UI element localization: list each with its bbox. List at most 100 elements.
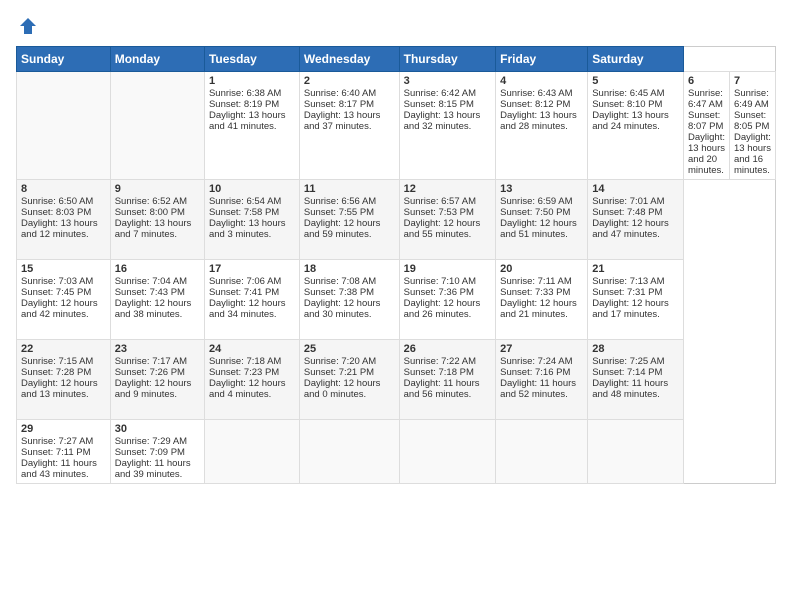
sunrise-text: Sunrise: 7:01 AM <box>592 196 664 207</box>
day-number: 23 <box>115 343 200 355</box>
sunrise-text: Sunrise: 7:10 AM <box>404 276 476 287</box>
calendar-header-row: SundayMondayTuesdayWednesdayThursdayFrid… <box>17 47 776 72</box>
sunset-text: Sunset: 7:21 PM <box>304 367 374 378</box>
sunset-text: Sunset: 7:23 PM <box>209 367 279 378</box>
calendar-cell <box>399 420 496 484</box>
sunset-text: Sunset: 8:12 PM <box>500 99 570 110</box>
daylight-text: Daylight: 11 hours and 56 minutes. <box>404 378 480 400</box>
sunset-text: Sunset: 7:53 PM <box>404 207 474 218</box>
day-number: 10 <box>209 183 295 195</box>
calendar-cell: 22 Sunrise: 7:15 AM Sunset: 7:28 PM Dayl… <box>17 340 111 420</box>
daylight-text: Daylight: 11 hours and 48 minutes. <box>592 378 668 400</box>
day-number: 7 <box>734 75 771 87</box>
calendar-week-4: 22 Sunrise: 7:15 AM Sunset: 7:28 PM Dayl… <box>17 340 776 420</box>
sunrise-text: Sunrise: 6:45 AM <box>592 88 664 99</box>
day-header-thursday: Thursday <box>399 47 496 72</box>
calendar-cell <box>17 72 111 180</box>
sunset-text: Sunset: 7:36 PM <box>404 287 474 298</box>
calendar-cell: 11 Sunrise: 6:56 AM Sunset: 7:55 PM Dayl… <box>299 180 399 260</box>
sunrise-text: Sunrise: 6:49 AM <box>734 88 769 110</box>
sunrise-text: Sunrise: 7:13 AM <box>592 276 664 287</box>
sunset-text: Sunset: 8:19 PM <box>209 99 279 110</box>
day-number: 22 <box>21 343 106 355</box>
day-number: 14 <box>592 183 679 195</box>
calendar-cell: 4 Sunrise: 6:43 AM Sunset: 8:12 PM Dayli… <box>496 72 588 180</box>
calendar-cell: 20 Sunrise: 7:11 AM Sunset: 7:33 PM Dayl… <box>496 260 588 340</box>
calendar-cell: 27 Sunrise: 7:24 AM Sunset: 7:16 PM Dayl… <box>496 340 588 420</box>
daylight-text: Daylight: 11 hours and 52 minutes. <box>500 378 576 400</box>
sunset-text: Sunset: 7:28 PM <box>21 367 91 378</box>
sunset-text: Sunset: 7:14 PM <box>592 367 662 378</box>
day-header-sunday: Sunday <box>17 47 111 72</box>
sunset-text: Sunset: 7:48 PM <box>592 207 662 218</box>
calendar-cell: 15 Sunrise: 7:03 AM Sunset: 7:45 PM Dayl… <box>17 260 111 340</box>
calendar-cell: 14 Sunrise: 7:01 AM Sunset: 7:48 PM Dayl… <box>588 180 684 260</box>
calendar-cell: 9 Sunrise: 6:52 AM Sunset: 8:00 PM Dayli… <box>110 180 204 260</box>
day-number: 3 <box>404 75 492 87</box>
daylight-text: Daylight: 13 hours and 24 minutes. <box>592 110 669 132</box>
calendar-cell: 2 Sunrise: 6:40 AM Sunset: 8:17 PM Dayli… <box>299 72 399 180</box>
sunset-text: Sunset: 8:07 PM <box>688 110 723 132</box>
daylight-text: Daylight: 11 hours and 43 minutes. <box>21 458 97 480</box>
calendar-cell: 29 Sunrise: 7:27 AM Sunset: 7:11 PM Dayl… <box>17 420 111 484</box>
sunset-text: Sunset: 7:50 PM <box>500 207 570 218</box>
calendar-cell: 13 Sunrise: 6:59 AM Sunset: 7:50 PM Dayl… <box>496 180 588 260</box>
calendar-week-2: 8 Sunrise: 6:50 AM Sunset: 8:03 PM Dayli… <box>17 180 776 260</box>
sunrise-text: Sunrise: 7:06 AM <box>209 276 281 287</box>
daylight-text: Daylight: 13 hours and 20 minutes. <box>688 132 725 176</box>
sunset-text: Sunset: 8:00 PM <box>115 207 185 218</box>
day-number: 5 <box>592 75 679 87</box>
daylight-text: Daylight: 13 hours and 37 minutes. <box>304 110 381 132</box>
calendar-cell: 17 Sunrise: 7:06 AM Sunset: 7:41 PM Dayl… <box>204 260 299 340</box>
calendar-cell: 3 Sunrise: 6:42 AM Sunset: 8:15 PM Dayli… <box>399 72 496 180</box>
calendar-cell <box>110 72 204 180</box>
calendar-cell <box>204 420 299 484</box>
sunrise-text: Sunrise: 6:54 AM <box>209 196 281 207</box>
day-number: 20 <box>500 263 583 275</box>
day-number: 30 <box>115 423 200 435</box>
daylight-text: Daylight: 12 hours and 42 minutes. <box>21 298 98 320</box>
sunset-text: Sunset: 8:15 PM <box>404 99 474 110</box>
sunrise-text: Sunrise: 7:17 AM <box>115 356 187 367</box>
day-header-tuesday: Tuesday <box>204 47 299 72</box>
calendar-cell: 6 Sunrise: 6:47 AM Sunset: 8:07 PM Dayli… <box>684 72 730 180</box>
day-number: 18 <box>304 263 395 275</box>
sunset-text: Sunset: 8:05 PM <box>734 110 769 132</box>
calendar-cell: 25 Sunrise: 7:20 AM Sunset: 7:21 PM Dayl… <box>299 340 399 420</box>
sunset-text: Sunset: 7:38 PM <box>304 287 374 298</box>
sunrise-text: Sunrise: 7:25 AM <box>592 356 664 367</box>
sunset-text: Sunset: 8:03 PM <box>21 207 91 218</box>
sunset-text: Sunset: 8:17 PM <box>304 99 374 110</box>
day-number: 25 <box>304 343 395 355</box>
calendar-cell: 21 Sunrise: 7:13 AM Sunset: 7:31 PM Dayl… <box>588 260 684 340</box>
sunset-text: Sunset: 7:16 PM <box>500 367 570 378</box>
page: SundayMondayTuesdayWednesdayThursdayFrid… <box>0 0 792 612</box>
calendar-cell: 7 Sunrise: 6:49 AM Sunset: 8:05 PM Dayli… <box>729 72 775 180</box>
calendar: SundayMondayTuesdayWednesdayThursdayFrid… <box>16 46 776 484</box>
sunrise-text: Sunrise: 7:24 AM <box>500 356 572 367</box>
calendar-cell: 18 Sunrise: 7:08 AM Sunset: 7:38 PM Dayl… <box>299 260 399 340</box>
calendar-cell: 24 Sunrise: 7:18 AM Sunset: 7:23 PM Dayl… <box>204 340 299 420</box>
sunset-text: Sunset: 7:41 PM <box>209 287 279 298</box>
calendar-cell <box>588 420 684 484</box>
day-number: 15 <box>21 263 106 275</box>
calendar-cell: 16 Sunrise: 7:04 AM Sunset: 7:43 PM Dayl… <box>110 260 204 340</box>
day-number: 8 <box>21 183 106 195</box>
day-header-saturday: Saturday <box>588 47 684 72</box>
calendar-week-1: 1 Sunrise: 6:38 AM Sunset: 8:19 PM Dayli… <box>17 72 776 180</box>
day-number: 27 <box>500 343 583 355</box>
day-number: 21 <box>592 263 679 275</box>
calendar-cell <box>299 420 399 484</box>
day-number: 16 <box>115 263 200 275</box>
day-number: 1 <box>209 75 295 87</box>
daylight-text: Daylight: 12 hours and 26 minutes. <box>404 298 481 320</box>
calendar-cell <box>496 420 588 484</box>
sunrise-text: Sunrise: 7:18 AM <box>209 356 281 367</box>
calendar-cell: 10 Sunrise: 6:54 AM Sunset: 7:58 PM Dayl… <box>204 180 299 260</box>
sunset-text: Sunset: 7:45 PM <box>21 287 91 298</box>
calendar-cell: 12 Sunrise: 6:57 AM Sunset: 7:53 PM Dayl… <box>399 180 496 260</box>
sunrise-text: Sunrise: 6:43 AM <box>500 88 572 99</box>
day-number: 9 <box>115 183 200 195</box>
day-number: 29 <box>21 423 106 435</box>
day-number: 11 <box>304 183 395 195</box>
